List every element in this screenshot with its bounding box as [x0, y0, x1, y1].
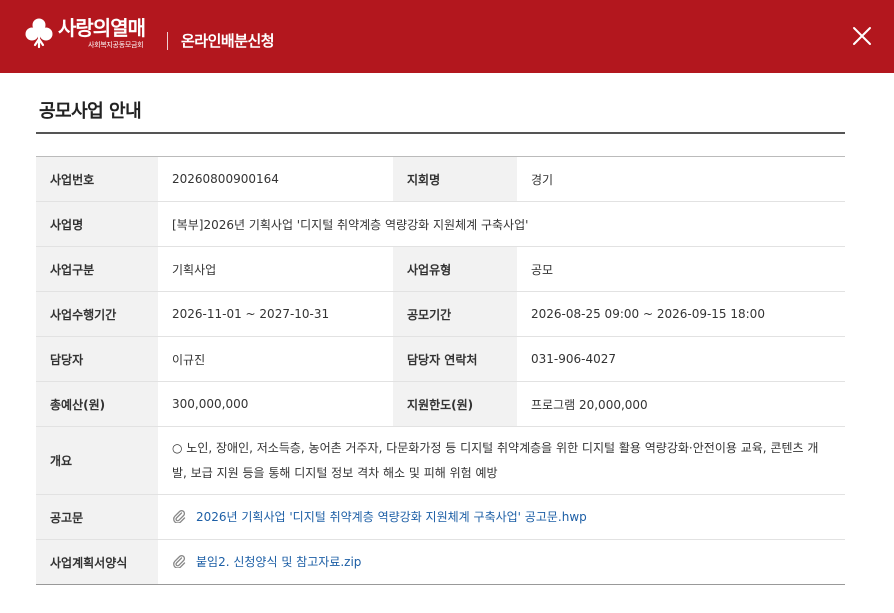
business-no-label: 사업번호 — [36, 156, 158, 202]
plan-label: 사업계획서양식 — [36, 539, 158, 585]
table-row: 공고문 2026년 기획사업 '디지털 취약계층 역량강화 지원체계 구축사업'… — [36, 494, 845, 540]
close-icon — [853, 27, 871, 45]
overview-label: 개요 — [36, 426, 158, 495]
overview-value: ○ 노인, 장애인, 저소득층, 농어촌 거주자, 다문화가정 등 디지털 취약… — [158, 426, 845, 495]
call-period-label: 공모기간 — [393, 291, 517, 337]
table-row: 사업계획서양식 붙임2. 신청양식 및 참고자료.zip — [36, 539, 845, 585]
budget-value: 300,000,000 — [158, 381, 393, 427]
brand-sub: 사회복지공동모금회 — [88, 41, 144, 49]
header-title: 온라인배분신청 — [181, 32, 275, 50]
notice-label: 공고문 — [36, 494, 158, 540]
notice-file-link[interactable]: 2026년 기획사업 '디지털 취약계층 역량강화 지원체계 구축사업' 공고문… — [172, 508, 587, 525]
paperclip-icon — [173, 555, 186, 569]
paperclip-icon — [173, 510, 186, 524]
limit-label: 지원한도(원) — [393, 381, 517, 427]
table-row: 사업명 [복부]2026년 기획사업 '디지털 취약계층 역량강화 지원체계 구… — [36, 201, 845, 247]
contact-value: 031-906-4027 — [517, 336, 845, 382]
period-value: 2026-11-01 ~ 2027-10-31 — [158, 291, 393, 337]
contact-label: 담당자 연락처 — [393, 336, 517, 382]
category-value: 기획사업 — [158, 246, 393, 292]
business-name-value: [복부]2026년 기획사업 '디지털 취약계층 역량강화 지원체계 구축사업' — [158, 201, 845, 247]
notice-cell: 2026년 기획사업 '디지털 취약계층 역량강화 지원체계 구축사업' 공고문… — [158, 494, 845, 540]
budget-label: 총예산(원) — [36, 381, 158, 427]
type-value: 공모 — [517, 246, 845, 292]
header-divider — [167, 32, 168, 50]
project-info-table: 사업번호 20260800900164 지회명 경기 사업명 [복부]2026년… — [36, 156, 845, 585]
table-row: 총예산(원) 300,000,000 지원한도(원) 프로그램 20,000,0… — [36, 381, 845, 427]
table-row: 사업구분 기획사업 사업유형 공모 — [36, 246, 845, 292]
plan-file-link[interactable]: 붙임2. 신청양식 및 참고자료.zip — [172, 553, 361, 570]
manager-value: 이규진 — [158, 336, 393, 382]
call-period-value: 2026-08-25 09:00 ~ 2026-09-15 18:00 — [517, 291, 845, 337]
branch-label: 지회명 — [393, 156, 517, 202]
close-button[interactable] — [848, 22, 876, 50]
notice-file-name: 2026년 기획사업 '디지털 취약계층 역량강화 지원체계 구축사업' 공고문… — [196, 509, 587, 524]
limit-value: 프로그램 20,000,000 — [517, 381, 845, 427]
period-label: 사업수행기간 — [36, 291, 158, 337]
table-row: 사업번호 20260800900164 지회명 경기 — [36, 156, 845, 202]
love-fruit-logo-icon — [25, 18, 53, 49]
table-row: 사업수행기간 2026-11-01 ~ 2027-10-31 공모기간 2026… — [36, 291, 845, 337]
branch-value: 경기 — [517, 156, 845, 202]
page-title: 공모사업 안내 — [39, 101, 142, 122]
table-row: 담당자 이규진 담당자 연락처 031-906-4027 — [36, 336, 845, 382]
header-bar: 사랑의열매 사회복지공동모금회 온라인배분신청 — [0, 0, 894, 73]
plan-cell: 붙임2. 신청양식 및 참고자료.zip — [158, 540, 845, 585]
brand-logo[interactable]: 사랑의열매 사회복지공동모금회 — [58, 16, 146, 50]
plan-file-name: 붙임2. 신청양식 및 참고자료.zip — [196, 554, 362, 569]
brand-name: 사랑의열매 — [58, 16, 146, 40]
business-name-label: 사업명 — [36, 201, 158, 247]
business-no-value: 20260800900164 — [158, 156, 393, 202]
category-label: 사업구분 — [36, 246, 158, 292]
manager-label: 담당자 — [36, 336, 158, 382]
type-label: 사업유형 — [393, 246, 517, 292]
table-row: 개요 ○ 노인, 장애인, 저소득층, 농어촌 거주자, 다문화가정 등 디지털… — [36, 426, 845, 495]
title-divider — [36, 132, 845, 134]
